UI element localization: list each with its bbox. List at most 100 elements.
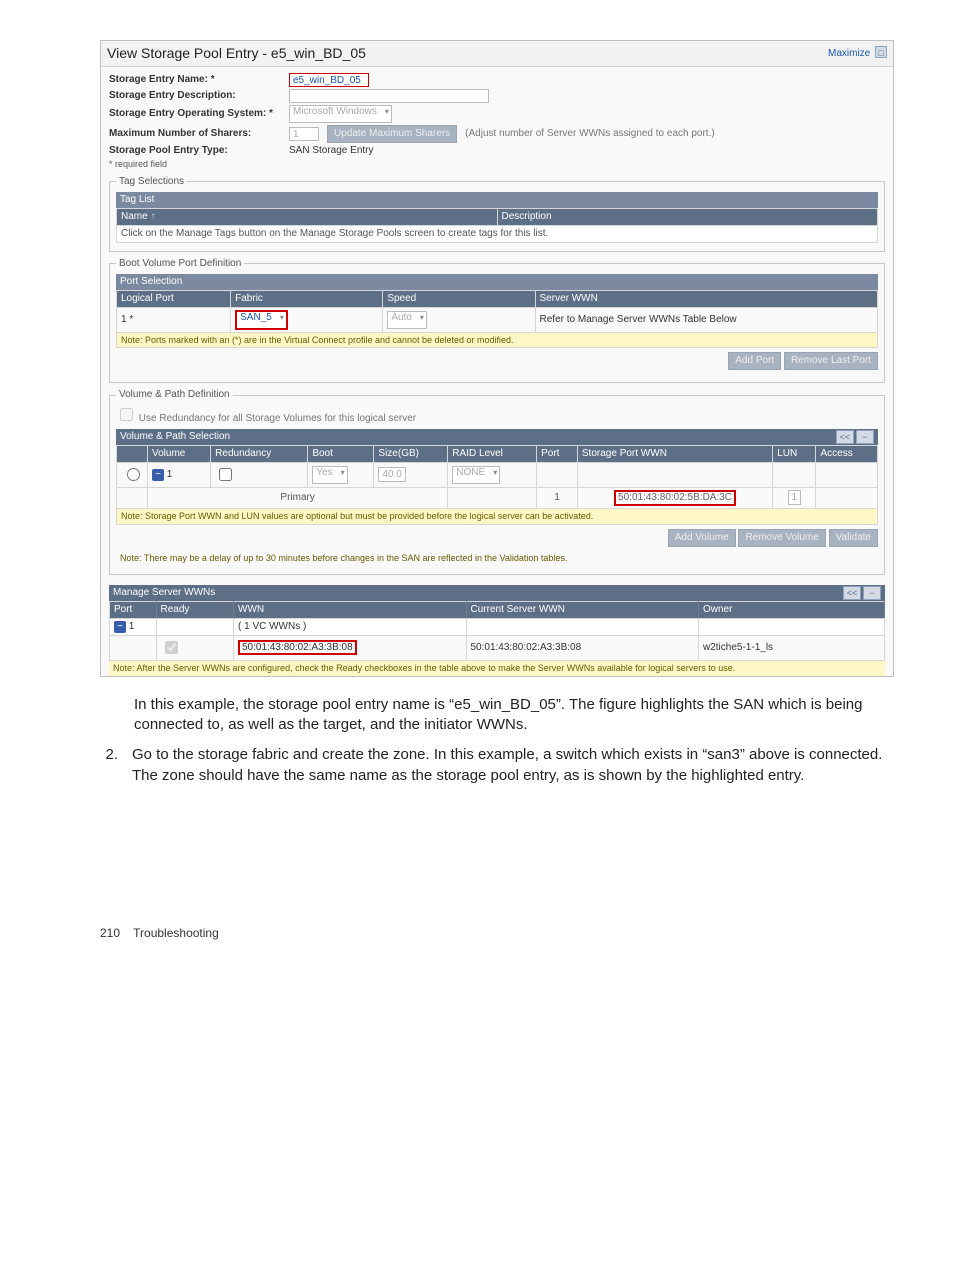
- checkbox-redundancy[interactable]: [219, 468, 232, 481]
- label-entry-desc: Storage Entry Description:: [109, 90, 289, 102]
- radio-volume-select[interactable]: [127, 468, 140, 481]
- row-entry-desc: Storage Entry Description:: [109, 89, 885, 103]
- boot-data-row: 1 * SAN_5 Auto Refer to Manage Server WW…: [117, 307, 878, 332]
- cell-port-val: 1: [537, 488, 578, 509]
- vol-note-optional: Note: Storage Port WWN and LUN values ar…: [117, 509, 878, 525]
- step-2-text: Go to the storage fabric and create the …: [132, 745, 894, 786]
- maximize-icon[interactable]: □: [875, 46, 887, 58]
- col-lun[interactable]: LUN: [773, 446, 816, 463]
- col-logical-port[interactable]: Logical Port: [117, 290, 231, 307]
- port-selection-bar: Port Selection: [116, 274, 878, 290]
- wwns-sub-row: 50:01:43:80:02:A3:3B:08 50:01:43:80:02:A…: [110, 635, 885, 660]
- checkbox-use-redundancy[interactable]: [120, 408, 133, 421]
- button-update-max-sharers[interactable]: Update Maximum Sharers: [327, 125, 457, 143]
- col-volume[interactable]: Volume: [148, 446, 211, 463]
- wwns-row-collapse-icon[interactable]: −: [114, 621, 126, 633]
- col-size[interactable]: Size(GB): [374, 446, 448, 463]
- footer-section-title: Troubleshooting: [133, 926, 219, 940]
- input-max-sharers[interactable]: 1: [289, 127, 319, 141]
- page-footer: 210 Troubleshooting: [100, 926, 894, 940]
- col-redundancy[interactable]: Redundancy: [211, 446, 308, 463]
- step-2-number: 2.: [100, 745, 118, 786]
- select-boot[interactable]: Yes: [312, 466, 347, 484]
- wwns-collapse-icon[interactable]: −: [863, 586, 881, 600]
- legend-volume-path: Volume & Path Definition: [116, 389, 233, 401]
- label-entry-name: Storage Entry Name: *: [109, 74, 289, 86]
- cell-volume-num: 1: [167, 469, 173, 480]
- legend-boot-volume: Boot Volume Port Definition: [116, 258, 244, 270]
- row-max-sharers: Maximum Number of Sharers: 1 Update Maxi…: [109, 125, 885, 143]
- cell-vc-wwns: ( 1 VC WWNs ): [234, 618, 467, 635]
- col-sp-wwn[interactable]: Storage Port WWN: [577, 446, 772, 463]
- cell-wwn-owner: w2tiche5-1-1_ls: [699, 635, 885, 660]
- volume-path-bar-label: Volume & Path Selection: [120, 431, 230, 442]
- paragraph-example: In this example, the storage pool entry …: [134, 695, 894, 736]
- select-raid[interactable]: NONE: [452, 466, 500, 484]
- vol-data-row: − 1 Yes 40.0 NONE: [117, 463, 878, 488]
- row-entry-name: Storage Entry Name: * e5_win_BD_05: [109, 73, 885, 87]
- wwns-header-row: Port Ready WWN Current Server WWN Owner: [110, 601, 885, 618]
- value-entry-type: SAN Storage Entry: [289, 145, 373, 157]
- cell-wwn-port: 1: [129, 621, 135, 632]
- cell-server-wwn-ref: Refer to Manage Server WWNs Table Below: [535, 307, 877, 332]
- col-access[interactable]: Access: [816, 446, 878, 463]
- button-remove-last-port[interactable]: Remove Last Port: [784, 352, 878, 370]
- hint-adjust: (Adjust number of Server WWNs assigned t…: [465, 128, 715, 140]
- tags-header-row: Name ↑ Description: [117, 208, 878, 225]
- vol-header-row: Volume Redundancy Boot Size(GB) RAID Lev…: [117, 446, 878, 463]
- maximize-link[interactable]: Maximize: [828, 48, 870, 59]
- col-speed[interactable]: Speed: [383, 290, 535, 307]
- input-entry-desc[interactable]: [289, 89, 489, 103]
- col-server-wwn[interactable]: Server WWN: [535, 290, 877, 307]
- required-field-note: * required field: [109, 159, 885, 170]
- label-entry-type: Storage Pool Entry Type:: [109, 145, 289, 157]
- col-wwn-wwn[interactable]: WWN: [234, 601, 467, 618]
- col-wwn-port[interactable]: Port: [110, 601, 157, 618]
- volume-path-bar: Volume & Path Selection << −: [116, 429, 878, 445]
- input-entry-name[interactable]: e5_win_BD_05: [289, 73, 369, 87]
- fieldset-tag-selections: Tag Selections Tag List Name ↑ Descripti…: [109, 176, 885, 252]
- row-os: Storage Entry Operating System: * Micros…: [109, 105, 885, 123]
- tags-empty-note: Click on the Manage Tags button on the M…: [117, 225, 878, 242]
- label-use-redundancy: Use Redundancy for all Storage Volumes f…: [139, 413, 416, 424]
- footer-page-number: 210: [100, 926, 120, 940]
- col-fabric[interactable]: Fabric: [231, 290, 383, 307]
- button-add-volume[interactable]: Add Volume: [668, 529, 736, 547]
- col-tag-name[interactable]: Name ↑: [117, 208, 498, 225]
- button-add-port[interactable]: Add Port: [728, 352, 781, 370]
- cell-logical-port: 1 *: [117, 307, 231, 332]
- col-wwn-current[interactable]: Current Server WWN: [466, 601, 699, 618]
- expand-left-icon[interactable]: <<: [836, 430, 854, 444]
- step-2: 2. Go to the storage fabric and create t…: [100, 745, 894, 786]
- select-speed[interactable]: Auto: [387, 311, 427, 329]
- button-remove-volume[interactable]: Remove Volume: [738, 529, 825, 547]
- checkbox-wwn-ready[interactable]: [165, 641, 178, 654]
- col-wwn-ready[interactable]: Ready: [156, 601, 234, 618]
- button-validate[interactable]: Validate: [829, 529, 878, 547]
- col-wwn-owner[interactable]: Owner: [699, 601, 885, 618]
- col-boot[interactable]: Boot: [308, 446, 374, 463]
- boot-ports-note: Note: Ports marked with an (*) are in th…: [117, 332, 878, 348]
- tag-list-bar: Tag List: [116, 192, 878, 208]
- fieldset-boot-volume: Boot Volume Port Definition Port Selecti…: [109, 258, 885, 384]
- wwns-bar: Manage Server WWNs << −: [109, 585, 885, 601]
- input-size[interactable]: 40.0: [378, 467, 405, 482]
- input-sp-wwn[interactable]: 50:01:43:80:02:5B:DA:3C: [614, 490, 736, 506]
- col-tag-desc[interactable]: Description: [497, 208, 878, 225]
- input-lun[interactable]: 1: [788, 490, 802, 505]
- document-body: In this example, the storage pool entry …: [100, 695, 894, 786]
- vol-primary-row: Primary 1 50:01:43:80:02:5B:DA:3C 1: [117, 488, 878, 509]
- wwns-config-note: Note: After the Server WWNs are configur…: [109, 661, 885, 676]
- collapse-row-icon[interactable]: −: [152, 469, 164, 481]
- col-port[interactable]: Port: [537, 446, 578, 463]
- col-raid[interactable]: RAID Level: [448, 446, 537, 463]
- screenshot-panel: View Storage Pool Entry - e5_win_BD_05 M…: [100, 40, 894, 677]
- select-os[interactable]: Microsoft Windows: [289, 105, 392, 123]
- row-entry-type: Storage Pool Entry Type: SAN Storage Ent…: [109, 145, 885, 157]
- vol-note-delay: Note: There may be a delay of up to 30 m…: [116, 551, 878, 566]
- collapse-icon[interactable]: −: [856, 430, 874, 444]
- label-os: Storage Entry Operating System: *: [109, 108, 289, 120]
- wwns-data-row: − 1 ( 1 VC WWNs ): [110, 618, 885, 635]
- select-fabric[interactable]: SAN_5: [235, 310, 288, 330]
- wwns-expand-icon[interactable]: <<: [843, 586, 861, 600]
